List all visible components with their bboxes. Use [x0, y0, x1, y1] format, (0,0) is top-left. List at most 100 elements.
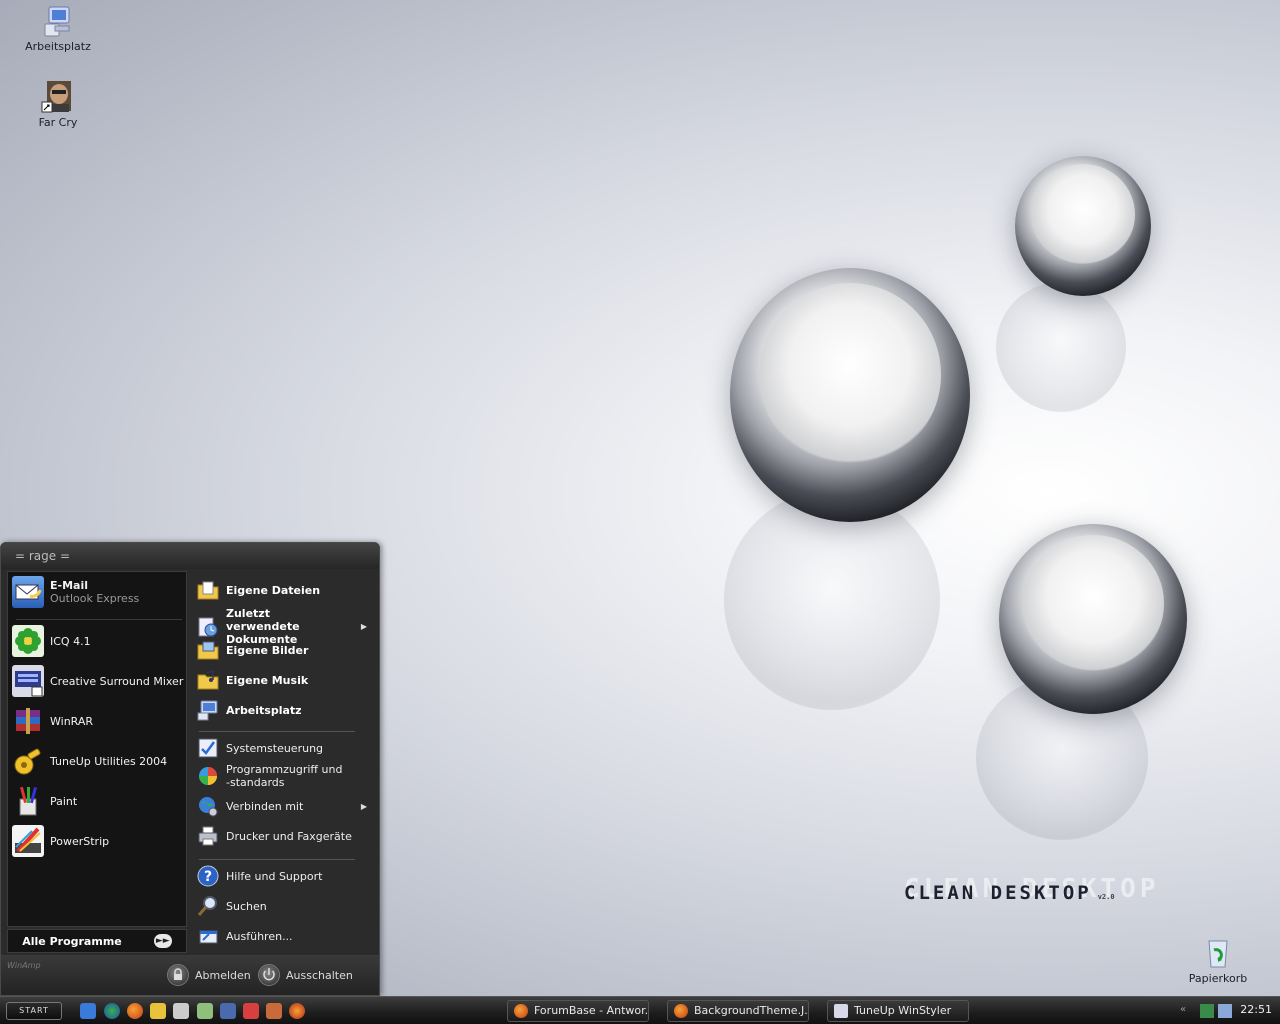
program-item-label: Paint: [50, 794, 78, 808]
program-item-icq[interactable]: ICQ 4.1: [12, 625, 184, 657]
connect-to-icon: [197, 795, 219, 817]
sphere-reflection: [996, 282, 1126, 412]
start-button[interactable]: START: [6, 1002, 62, 1020]
task-button-label: ForumBase - Antwor...: [534, 1004, 649, 1017]
sphere-reflection: [724, 490, 940, 710]
system-item-label: Verbinden mit: [226, 799, 304, 813]
program-item-winrar[interactable]: WinRAR: [12, 705, 184, 737]
program-item-powerstrip[interactable]: PowerStrip: [12, 825, 184, 857]
system-item-program-defaults[interactable]: Programmzugriff und -standards: [197, 763, 373, 789]
svg-text:?: ?: [204, 869, 212, 885]
run-icon: [197, 925, 219, 947]
firefox-alt-icon[interactable]: [289, 1003, 305, 1019]
monitor-icon[interactable]: [1218, 1004, 1232, 1018]
lightning-icon[interactable]: [150, 1003, 166, 1019]
globe-icon[interactable]: [104, 1003, 120, 1019]
place-item-label: Eigene Bilder: [226, 643, 309, 657]
help-icon: ?: [197, 865, 219, 887]
firefox-icon: [674, 1004, 688, 1018]
divider: [199, 859, 355, 860]
alien-icon[interactable]: [197, 1003, 213, 1019]
tuneup-winstyler-icon: [834, 1004, 848, 1018]
help-item-ausfuehren[interactable]: Ausführen...: [197, 925, 373, 947]
program-item-creative-surround-mixer[interactable]: Creative Surround Mixer: [12, 665, 184, 697]
help-item-label: Hilfe und Support: [226, 869, 323, 883]
desktop-icon-label: Far Cry: [38, 116, 78, 129]
help-item-suchen[interactable]: Suchen: [197, 895, 373, 917]
place-item-label: Eigene Musik: [226, 673, 309, 687]
shutdown-button[interactable]: Ausschalten: [258, 964, 353, 986]
system-item-drucker[interactable]: Drucker und Faxgeräte: [197, 825, 373, 847]
program-item-label: ICQ 4.1: [50, 634, 91, 648]
wallpaper-logo-text: CLEAN DESKTOP: [904, 882, 1092, 904]
place-item-arbeitsplatz[interactable]: Arbeitsplatz: [197, 699, 373, 721]
start-menu-footer: WinAmp Abmelden Ausschalten: [1, 955, 379, 995]
submenu-arrow-icon: ▶: [360, 801, 367, 811]
program-defaults-icon: [197, 765, 219, 787]
wallpaper-logo: CLEAN DESKTOP v2.0: [904, 882, 1115, 904]
start-menu-places-pane: Eigene Dateien Zuletzt verwendete Dokume…: [191, 571, 377, 953]
my-documents-icon: [197, 579, 219, 601]
firefox-icon[interactable]: [127, 1003, 143, 1019]
user-name: = rage =: [15, 549, 71, 563]
task-button-backgroundtheme[interactable]: BackgroundTheme.J...: [667, 1000, 809, 1022]
help-item-label: Suchen: [226, 899, 267, 913]
system-item-label: Systemsteuerung: [226, 741, 324, 755]
desktop-icon-arbeitsplatz[interactable]: Arbeitsplatz: [19, 4, 97, 53]
help-item-hilfe[interactable]: ? Hilfe und Support: [197, 865, 373, 887]
tray-expand-icon[interactable]: «: [1180, 1004, 1194, 1018]
place-item-eigene-bilder[interactable]: Eigene Bilder: [197, 639, 373, 661]
taskbar: START ForumBase - Antwor... BackgroundTh…: [0, 996, 1280, 1024]
firefox-icon: [514, 1004, 528, 1018]
printers-icon: [197, 825, 219, 847]
chrome-sphere-large: [730, 268, 970, 522]
system-item-verbinden-mit[interactable]: Verbinden mit ▶: [197, 795, 373, 817]
program-item-paint[interactable]: Paint: [12, 785, 184, 817]
search-icon: [197, 895, 219, 917]
paint-icon: [12, 785, 44, 817]
all-programs-button[interactable]: Alle Programme ►►: [7, 929, 187, 953]
ie-icon[interactable]: [80, 1003, 96, 1019]
program-item-tuneup-utilities[interactable]: TuneUp Utilities 2004: [12, 745, 184, 777]
desktop-icon-label: Arbeitsplatz: [25, 40, 91, 53]
program-item-label: TuneUp Utilities 2004: [50, 754, 168, 768]
pinned-item-email[interactable]: E-Mail Outlook Express: [12, 576, 184, 608]
program-item-label: WinRAR: [50, 714, 94, 728]
program-item-label: PowerStrip: [50, 834, 110, 848]
submenu-arrow-icon: ▶: [360, 622, 367, 631]
utility-icon[interactable]: [266, 1003, 282, 1019]
logoff-label: Abmelden: [195, 968, 251, 982]
tuneup-icon: [12, 745, 44, 777]
steam-icon[interactable]: [173, 1003, 189, 1019]
place-item-eigene-dateien[interactable]: Eigene Dateien: [197, 579, 373, 601]
shutdown-label: Ausschalten: [286, 968, 353, 982]
start-menu-header: = rage =: [1, 543, 379, 569]
winamp-logo: WinAmp: [7, 961, 41, 970]
task-button-label: BackgroundTheme.J...: [694, 1004, 809, 1017]
divider: [199, 731, 355, 732]
chrome-sphere-medium: [999, 524, 1187, 714]
logoff-button[interactable]: Abmelden: [167, 964, 251, 986]
start-menu: = rage = E-Mail Outlook Express ICQ 4.1 …: [0, 542, 380, 996]
pdf-icon[interactable]: [243, 1003, 259, 1019]
place-item-label: Arbeitsplatz: [226, 703, 302, 717]
desktop-icon-label: Papierkorb: [1188, 972, 1248, 985]
desktop-icon-far-cry[interactable]: Far Cry: [19, 80, 97, 129]
task-button-tuneup-winstyler[interactable]: TuneUp WinStyler: [827, 1000, 969, 1022]
thunderbird-icon[interactable]: [220, 1003, 236, 1019]
task-button-label: TuneUp WinStyler: [854, 1004, 952, 1017]
system-item-label: Programmzugriff und -standards: [226, 763, 343, 789]
system-item-systemsteuerung[interactable]: Systemsteuerung: [197, 737, 373, 759]
network-icon[interactable]: [1200, 1004, 1214, 1018]
task-button-forumbase[interactable]: ForumBase - Antwor...: [507, 1000, 649, 1022]
recycle-bin-icon: [1201, 936, 1235, 970]
my-pictures-icon: [197, 639, 219, 661]
wallpaper-logo-version: v2.0: [1097, 893, 1115, 901]
powerstrip-icon: [12, 825, 44, 857]
all-programs-label: Alle Programme: [22, 934, 122, 948]
far-cry-icon: [41, 80, 75, 114]
place-item-eigene-musik[interactable]: Eigene Musik: [197, 669, 373, 691]
clock[interactable]: 22:51: [1240, 1003, 1272, 1016]
control-panel-icon: [197, 737, 219, 759]
desktop-icon-papierkorb[interactable]: Papierkorb: [1179, 936, 1257, 985]
